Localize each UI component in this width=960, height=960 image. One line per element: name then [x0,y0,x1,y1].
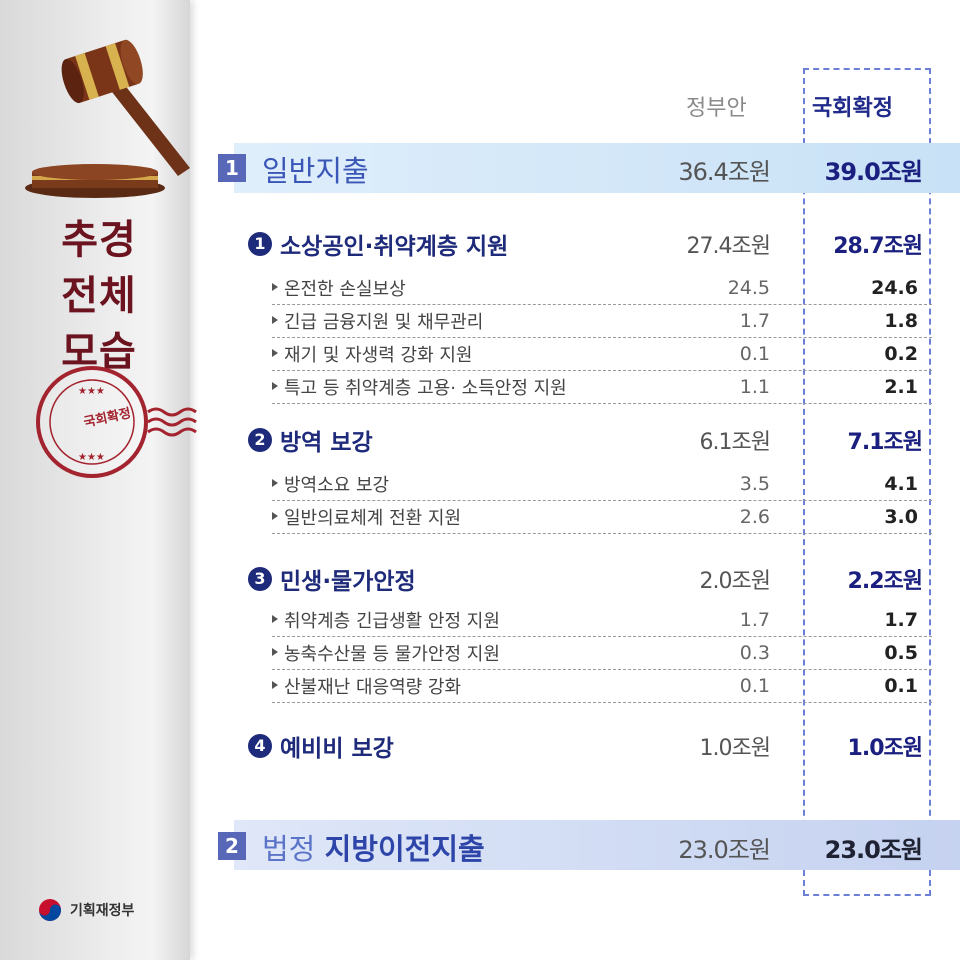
column-header-government: 정부안 [686,96,747,121]
title-line-2: 전체 [61,273,137,319]
table-row: 재기 및 자생력 강화 지원 0.1 0.2 [272,338,932,371]
category-3: 3 민생·물가안정 [248,563,416,595]
category-label: 민생·물가안정 [280,569,416,595]
category-label: 예비비 보강 [280,736,394,762]
section-title-local-transfer: 법정 지방이전지출 [262,826,485,868]
category-3-assembly: 2.2조원 [847,569,923,594]
section-title-prefix: 법정 [262,832,325,866]
category-label: 소상공인·취약계층 지원 [280,234,509,260]
gavel-icon [25,39,190,198]
category-4-gov: 1.0조원 [699,736,771,761]
section-title-local-transfer-text: 지방이전지출 [324,832,485,866]
category-4: 4 예비비 보강 [248,730,394,762]
table-row: 방역소요 보강 3.5 4.1 [272,468,932,501]
category-2: 2 방역 보강 [248,424,373,456]
section-title-general-text: 일반지출 [262,154,369,188]
bullet-arrow-icon [272,479,278,487]
row-gov-value: 0.3 [739,642,770,664]
row-gov-value: 1.7 [739,609,770,631]
category-1-assembly: 28.7조원 [833,234,923,259]
category-2-gov: 6.1조원 [699,430,771,455]
row-label: 온전한 손실보상 [284,279,406,300]
category-number-4: 4 [248,734,272,758]
row-gov-value: 0.1 [739,675,770,697]
svg-text:★★★: ★★★ [78,452,105,463]
row-label: 농축수산물 등 물가안정 지원 [284,644,500,665]
category-label: 방역 보강 [280,430,373,456]
row-assembly-value: 1.8 [884,310,918,332]
section-title-general: 일반지출 [262,148,369,190]
row-gov-value: 1.7 [739,310,770,332]
table-row: 취약계층 긴급생활 안정 지원 1.7 1.7 [272,604,932,637]
bullet-arrow-icon [272,615,278,623]
row-assembly-value: 0.2 [884,343,918,365]
row-assembly-value: 2.1 [884,376,918,398]
category-number-2: 2 [248,428,272,452]
row-assembly-value: 24.6 [871,277,918,299]
row-label: 산불재난 대응역량 강화 [284,677,462,698]
category-number-1: 1 [248,232,272,256]
row-gov-value: 1.1 [739,376,770,398]
section-1-assembly-total: 39.0조원 [824,158,923,186]
row-label: 일반의료체계 전환 지원 [284,508,462,529]
approval-stamp-icon: ★★★ ★★★ [36,366,197,478]
category-2-assembly: 7.1조원 [847,430,923,455]
row-assembly-value: 3.0 [884,506,918,528]
table-row: 농축수산물 등 물가안정 지원 0.3 0.5 [272,637,932,670]
row-assembly-value: 0.5 [884,642,918,664]
page-title: 추경 전체 모습 [44,212,154,380]
table-row: 일반의료체계 전환 지원 2.6 3.0 [272,501,932,534]
bullet-arrow-icon [272,316,278,324]
row-label: 방역소요 보강 [284,475,390,496]
table-row: 온전한 손실보상 24.5 24.6 [272,272,932,305]
bullet-arrow-icon [272,283,278,291]
category-number-3: 3 [248,567,272,591]
row-gov-value: 2.6 [739,506,770,528]
bullet-arrow-icon [272,382,278,390]
section-number-1: 1 [218,154,246,182]
row-gov-value: 0.1 [739,343,770,365]
category-1: 1 소상공인·취약계층 지원 [248,228,508,260]
column-header-assembly: 국회확정 [812,96,893,121]
row-assembly-value: 0.1 [884,675,918,697]
row-label: 재기 및 자생력 강화 지원 [284,345,473,366]
category-1-gov: 27.4조원 [686,234,771,259]
ministry-logo: 기획재정부 [38,898,134,922]
section-number-2: 2 [218,832,246,860]
ministry-name: 기획재정부 [70,903,135,919]
category-3-gov: 2.0조원 [699,569,771,594]
bullet-arrow-icon [272,681,278,689]
table-row: 특고 등 취약계층 고용· 소득안정 지원 1.1 2.1 [272,371,932,404]
row-gov-value: 3.5 [739,473,770,495]
svg-text:★★★: ★★★ [78,386,105,397]
row-gov-value: 24.5 [727,277,770,299]
title-line-1: 추경 [61,217,137,263]
bullet-arrow-icon [272,512,278,520]
bullet-arrow-icon [272,648,278,656]
row-assembly-value: 4.1 [884,473,918,495]
row-label: 취약계층 긴급생활 안정 지원 [284,611,500,632]
section-2-assembly-total: 23.0조원 [824,836,923,864]
section-1-gov-total: 36.4조원 [678,158,771,186]
table-row: 산불재난 대응역량 강화 0.1 0.1 [272,670,932,703]
row-label: 긴급 금융지원 및 채무관리 [284,312,484,333]
left-panel: 추경 전체 모습 ★★★ ★★★ 국회확정 기획재정부 [0,0,197,960]
bullet-arrow-icon [272,349,278,357]
section-2-gov-total: 23.0조원 [678,836,771,864]
category-4-assembly: 1.0조원 [847,736,923,761]
row-label: 특고 등 취약계층 고용· 소득안정 지원 [284,378,567,399]
row-assembly-value: 1.7 [884,609,918,631]
table-row: 긴급 금융지원 및 채무관리 1.7 1.8 [272,305,932,338]
taegeuk-emblem-icon [39,899,61,921]
